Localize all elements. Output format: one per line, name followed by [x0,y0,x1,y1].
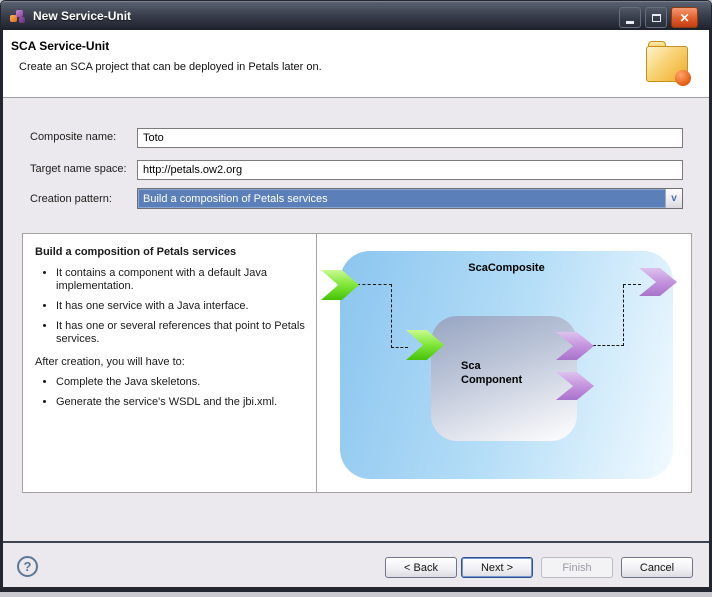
dialog-content: SCA Service-Unit Create an SCA project t… [3,30,709,587]
reference-wire-segment [623,285,624,346]
reference-wire-segment [593,345,624,346]
header-separator [3,97,709,98]
pattern-diagram-panel: ScaComposite Sca Component [316,233,692,493]
after-creation-bullet: Generate the service's WSDL and the jbi.… [56,396,306,409]
wizard-page-description: Create an SCA project that can be deploy… [19,61,322,73]
help-icon: ? [23,559,32,574]
new-service-unit-dialog: New Service-Unit ✕ SCA Service-Unit Crea… [0,0,712,597]
pattern-bullet: It contains a component with a default J… [56,267,306,293]
after-creation-bullet-list: Complete the Java skeletons. Generate th… [35,376,306,409]
help-button[interactable]: ? [17,556,38,577]
footer-separator [3,541,709,543]
minimize-button[interactable] [619,7,641,28]
window-icon [10,9,26,25]
composite-name-label: Composite name: [30,131,117,143]
minimize-icon [626,21,634,24]
folder-icon [643,36,695,88]
finish-button: Finish [541,557,613,578]
pattern-description-panel: Build a composition of Petals services I… [22,233,317,493]
creation-pattern-select[interactable]: Build a composition of Petals services v [137,188,683,209]
window-title: New Service-Unit [33,9,132,23]
sca-component-box: Sca Component [431,316,577,441]
folder-icon-dot [675,70,691,86]
maximize-icon [651,13,661,22]
target-namespace-input[interactable] [137,160,683,180]
service-wire-segment [391,284,392,348]
creation-pattern-selected-value: Build a composition of Petals services [138,189,665,208]
service-wire-segment [391,347,408,348]
sca-component-label: Sca Component [461,360,523,386]
target-namespace-label: Target name space: [30,163,127,175]
after-creation-bullet: Complete the Java skeletons. [56,376,306,389]
combo-dropdown-button[interactable]: v [665,189,682,208]
service-wire-segment [357,284,392,285]
titlebar[interactable]: New Service-Unit ✕ [1,1,711,30]
window-icon-cube-darkpurple [19,17,25,23]
after-creation-heading: After creation, you will have to: [35,356,185,368]
window-bottom-edge [0,592,712,597]
pattern-bullet: It has one or several references that po… [56,320,306,346]
pattern-bullet-list: It contains a component with a default J… [35,267,306,346]
close-button[interactable]: ✕ [671,7,698,28]
back-button[interactable]: < Back [385,557,457,578]
pattern-title: Build a composition of Petals services [35,246,237,258]
maximize-button[interactable] [645,7,667,28]
wizard-page-title: SCA Service-Unit [11,39,110,53]
composite-name-input[interactable] [137,128,683,148]
pattern-bullet: It has one service with a Java interface… [56,300,306,313]
wizard-header: SCA Service-Unit Create an SCA project t… [3,30,709,97]
chevron-down-icon: v [671,193,677,204]
cancel-button[interactable]: Cancel [621,557,693,578]
reference-wire-segment [623,284,641,285]
window-controls: ✕ [619,7,698,28]
sca-composite-label: ScaComposite [468,262,545,274]
close-icon: ✕ [679,10,690,25]
next-button[interactable]: Next > [461,557,533,578]
creation-pattern-label: Creation pattern: [30,193,112,205]
window-icon-cube-purple [16,10,23,17]
